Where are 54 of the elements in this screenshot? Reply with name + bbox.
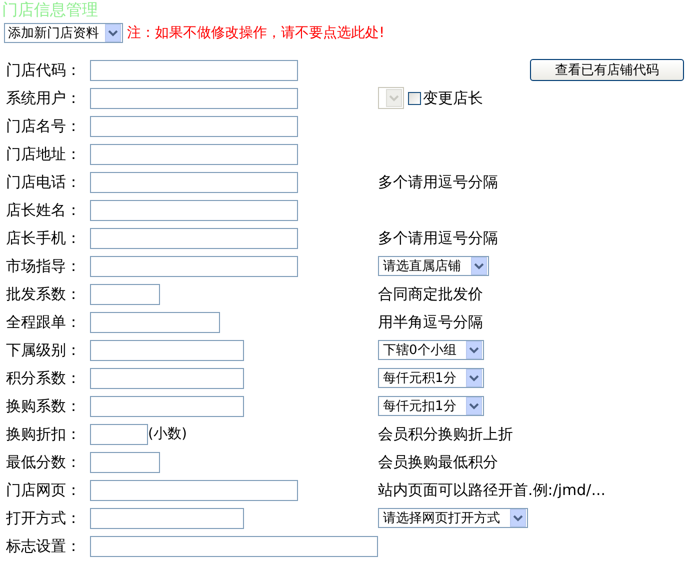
field-label: 标志设置： [6, 536, 82, 556]
input-field[interactable] [90, 144, 298, 164]
field-label: 换购折扣： [6, 424, 82, 444]
field-label: 打开方式： [6, 508, 82, 528]
field-label: 批发系数： [6, 284, 82, 304]
field-label: 全程跟单： [6, 312, 82, 332]
dropdown[interactable]: 下辖0个小组 [378, 340, 484, 360]
field-label: 下属级别： [6, 340, 82, 360]
field-label: 门店地址： [6, 144, 82, 164]
input-field[interactable] [90, 424, 148, 444]
field-hint: 站内页面可以路径开首.例:/jmd/... [378, 480, 606, 500]
input-field[interactable] [90, 396, 244, 416]
dropdown[interactable]: 每仟元扣1分 [378, 396, 484, 416]
field-label: 门店电话： [6, 172, 82, 192]
dropdown[interactable]: 请选择网页打开方式 [378, 508, 528, 528]
field-label: 系统用户： [6, 88, 82, 108]
field-label: 积分系数： [6, 368, 82, 388]
input-field[interactable] [90, 340, 244, 360]
warning-text: 注：如果不做修改操作，请不要点选此处! [127, 24, 385, 42]
input-field[interactable] [90, 116, 298, 136]
input-field[interactable] [90, 60, 298, 80]
input-field[interactable] [90, 172, 298, 192]
field-label: 市场指导： [6, 256, 82, 276]
input-field[interactable] [90, 200, 298, 220]
input-field[interactable] [90, 508, 244, 528]
input-field[interactable] [90, 480, 298, 500]
field-label: 门店代码： [6, 60, 82, 80]
dropdown[interactable]: 每仟元积1分 [378, 368, 484, 388]
input-field[interactable] [90, 88, 298, 108]
field-hint: 会员换购最低积分 [378, 452, 498, 472]
field-label: 门店名号： [6, 116, 82, 136]
input-field[interactable] [90, 228, 298, 248]
page-title: 门店信息管理 [1, 0, 99, 20]
field-label: 店长手机： [6, 228, 82, 248]
field-hint: 多个请用逗号分隔 [378, 228, 498, 248]
field-label: 换购系数： [6, 396, 82, 416]
dropdown[interactable]: 请选直属店铺 [378, 256, 489, 276]
input-field[interactable] [90, 256, 298, 276]
input-field[interactable] [90, 536, 378, 556]
field-label: 门店网页： [6, 480, 82, 500]
field-label: 最低分数： [6, 452, 82, 472]
input-field[interactable] [90, 452, 160, 472]
unit-hint: (小数) [148, 425, 187, 443]
checkbox-label: 变更店长 [423, 88, 483, 108]
input-field[interactable] [90, 284, 160, 304]
field-hint: 会员积分换购折上折 [378, 424, 513, 444]
view-codes-button[interactable]: 查看已有店铺代码 [530, 59, 684, 81]
field-hint: 多个请用逗号分隔 [378, 172, 498, 192]
field-label: 店长姓名： [6, 200, 82, 220]
input-field[interactable] [90, 312, 220, 332]
field-hint: 用半角逗号分隔 [378, 312, 483, 332]
input-field[interactable] [90, 368, 244, 388]
mode-select[interactable]: 添加新门店资料 [4, 23, 123, 43]
field-hint: 合同商定批发价 [378, 284, 483, 304]
